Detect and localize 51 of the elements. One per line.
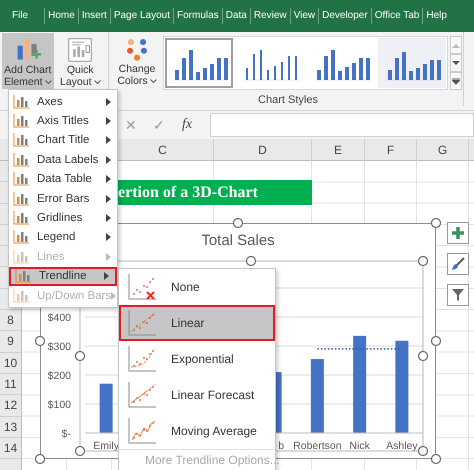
ribbon-button[interactable]: Add Chart Element: [2, 33, 54, 89]
menu-item[interactable]: Legend: [9, 228, 117, 248]
menu-item[interactable]: Gridlines: [9, 208, 117, 228]
menu-item[interactable]: Axis Titles: [9, 111, 117, 131]
group-label: Chart Styles: [257, 94, 319, 106]
menu-item[interactable]: Data Table: [9, 170, 117, 189]
ribbon-button[interactable]: Quick Layout: [54, 33, 106, 89]
axis-label: $200: [48, 370, 71, 382]
row-header[interactable]: 8: [0, 310, 22, 332]
row-header[interactable]: 14: [0, 438, 22, 460]
chart-title: Total Sales: [201, 232, 275, 249]
row-header[interactable]: 10: [0, 352, 22, 374]
ribbon-tab[interactable]: View: [290, 8, 318, 24]
menu-item[interactable]: Trendline: [9, 266, 117, 286]
column-header[interactable]: G: [417, 139, 469, 161]
title-banner: ertion of a 3D-Chart: [116, 180, 312, 205]
ribbon-tab[interactable]: File: [12, 8, 44, 24]
ribbon-tab[interactable]: Formulas: [173, 8, 222, 24]
column-header[interactable]: F: [365, 139, 417, 161]
ribbon-tab[interactable]: Data: [222, 8, 250, 24]
row-header[interactable]: 9: [0, 331, 22, 353]
axis-label: b: [278, 440, 284, 452]
ribbon-tab[interactable]: Office Tab: [370, 8, 422, 24]
row-header[interactable]: 12: [0, 395, 22, 417]
ribbon-tab[interactable]: Help: [422, 8, 450, 24]
menu-item[interactable]: Error Bars: [9, 188, 117, 208]
axis-label: Nick: [349, 440, 370, 452]
row-header[interactable]: 13: [0, 416, 22, 438]
axis-label: $-: [62, 428, 71, 440]
axis-label: Emily: [93, 440, 119, 452]
ribbon-button[interactable]: Change Colors: [113, 32, 161, 88]
menu-item[interactable]: Exponential: [119, 341, 275, 377]
ribbon-tab[interactable]: Insert: [78, 8, 110, 24]
column-header[interactable]: E: [312, 139, 365, 161]
row-header[interactable]: 11: [0, 374, 22, 396]
menu-item[interactable]: Linear: [119, 305, 275, 341]
ribbon-tab[interactable]: Page Layout: [110, 8, 173, 24]
menu-item[interactable]: None: [119, 269, 275, 305]
insert-function-button[interactable]: fx: [180, 117, 194, 133]
ribbon-tab[interactable]: Home: [44, 8, 78, 24]
menu-item[interactable]: Axes: [9, 92, 117, 112]
axis-label: Robertson: [293, 440, 342, 452]
column-header[interactable]: D: [214, 139, 312, 161]
axis-label: Ashley: [386, 440, 418, 452]
ribbon-tab[interactable]: Review: [250, 8, 290, 24]
menu-item[interactable]: Moving Average: [119, 413, 275, 449]
ribbon-tab[interactable]: Developer: [318, 8, 371, 24]
axis-label: $100: [48, 399, 71, 411]
axis-label: $400: [48, 312, 71, 324]
menu-item[interactable]: Linear Forecast: [119, 377, 275, 413]
axis-label: $300: [48, 341, 71, 353]
